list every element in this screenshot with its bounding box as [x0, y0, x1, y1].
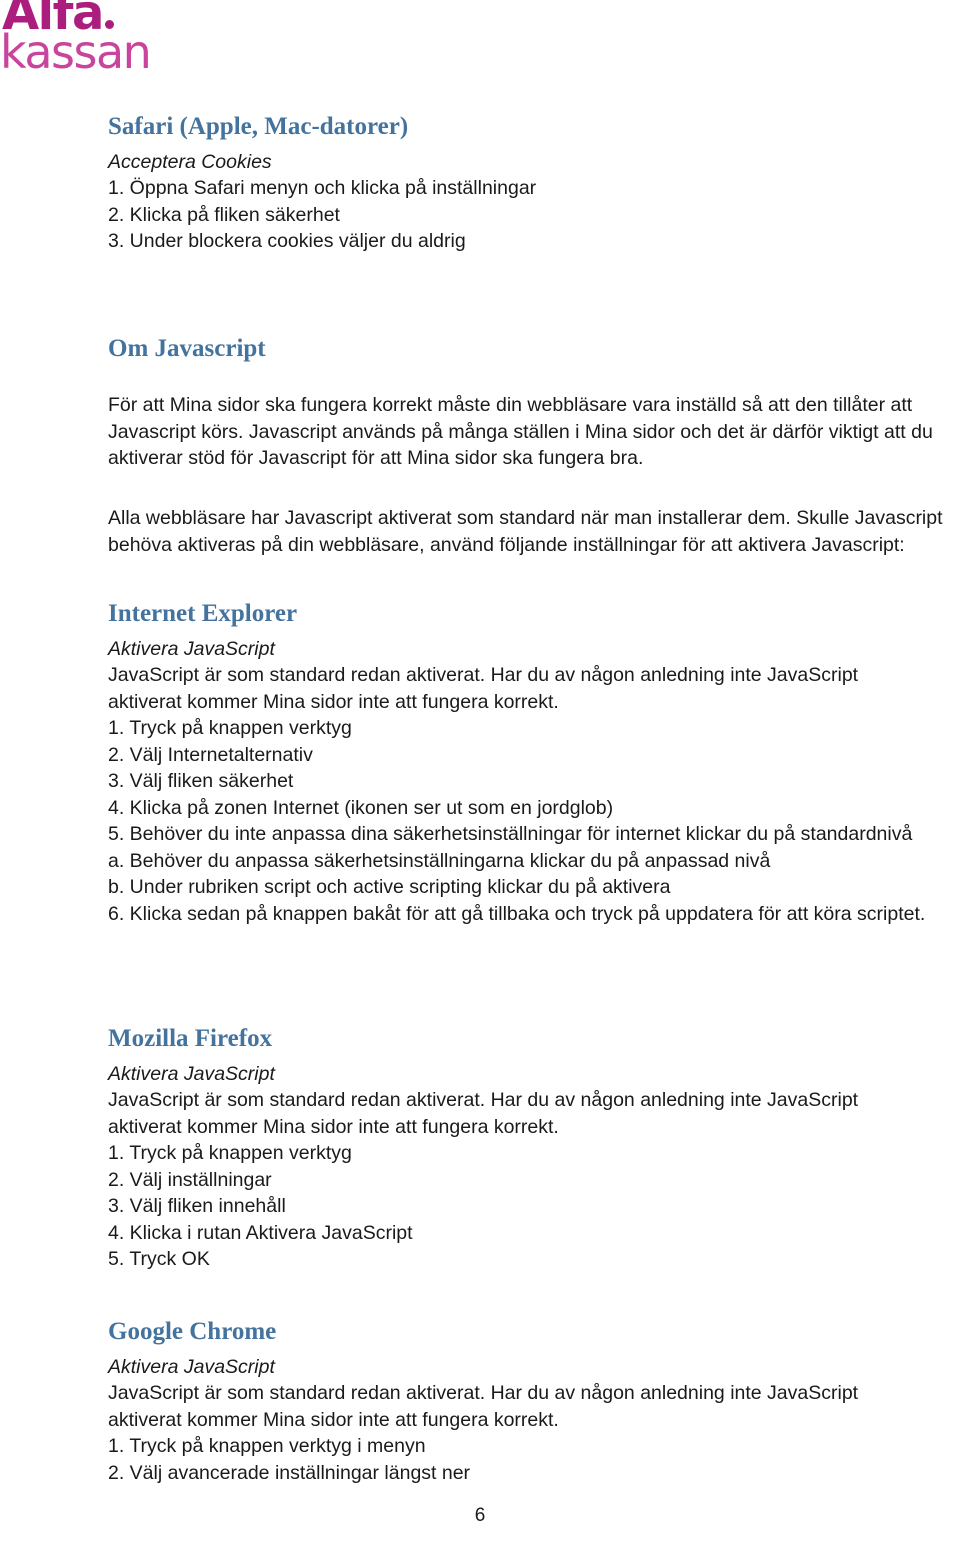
- section-mozilla-firefox: Mozilla Firefox Aktivera JavaScript Java…: [108, 1025, 960, 1273]
- internet-explorer-step-1: 1. Tryck på knappen verktyg: [108, 717, 352, 740]
- internet-explorer-step-6: 6. Klicka sedan på knappen bakåt för att…: [108, 902, 926, 925]
- safari-step-2: 2. Klicka på fliken säkerhet: [108, 203, 340, 226]
- om-javascript-paragraph-2-wrap: Alla webbläsare har Javascript aktiverat…: [108, 505, 960, 558]
- mozilla-firefox-paragraph: JavaScript är som standard redan aktiver…: [108, 1089, 859, 1138]
- mozilla-firefox-step-5: 5. Tryck OK: [108, 1248, 210, 1271]
- internet-explorer-subheading: Aktivera JavaScript: [108, 637, 275, 660]
- logo-text-kassan: kassan: [0, 25, 152, 80]
- internet-explorer-heading: Internet Explorer: [108, 600, 298, 627]
- section-safari: Safari (Apple, Mac-datorer) Acceptera Co…: [108, 113, 960, 255]
- section-om-javascript: Om Javascript: [108, 335, 960, 364]
- safari-step-1: 1. Öppna Safari menyn och klicka på inst…: [108, 177, 537, 200]
- google-chrome-step-1: 1. Tryck på knappen verktyg i menyn: [108, 1435, 426, 1458]
- alfakassan-logo: Alfa kassan: [0, 0, 200, 86]
- section-google-chrome: Google Chrome Aktivera JavaScript JavaSc…: [108, 1318, 960, 1486]
- internet-explorer-step-3: 3. Välj fliken säkerhet: [108, 770, 294, 793]
- safari-subheading: Acceptera Cookies: [108, 150, 272, 173]
- mozilla-firefox-step-1: 1. Tryck på knappen verktyg: [108, 1142, 352, 1165]
- safari-step-3: 3. Under blockera cookies väljer du aldr…: [108, 230, 466, 253]
- mozilla-firefox-step-4: 4. Klicka i rutan Aktivera JavaScript: [108, 1221, 413, 1244]
- internet-explorer-step-b: b. Under rubriken script och active scri…: [108, 876, 671, 899]
- google-chrome-subheading: Aktivera JavaScript: [108, 1355, 275, 1378]
- mozilla-firefox-heading: Mozilla Firefox: [108, 1025, 273, 1052]
- safari-heading: Safari (Apple, Mac-datorer): [108, 113, 409, 140]
- page-number: 6: [474, 1505, 486, 1526]
- mozilla-firefox-step-2: 2. Välj inställningar: [108, 1168, 272, 1191]
- internet-explorer-step-4: 4. Klicka på zonen Internet (ikonen ser …: [108, 796, 614, 819]
- mozilla-firefox-subheading: Aktivera JavaScript: [108, 1062, 275, 1085]
- internet-explorer-step-a: a. Behöver du anpassa säkerhetsinställni…: [108, 849, 771, 872]
- internet-explorer-step-5: 5. Behöver du inte anpassa dina säkerhet…: [108, 823, 913, 846]
- internet-explorer-step-2: 2. Välj Internetalternativ: [108, 743, 313, 766]
- google-chrome-step-2: 2. Välj avancerade inställningar längst …: [108, 1461, 471, 1484]
- om-javascript-paragraph-2: Alla webbläsare har Javascript aktiverat…: [108, 507, 943, 556]
- internet-explorer-paragraph: JavaScript är som standard redan aktiver…: [108, 664, 859, 713]
- om-javascript-paragraph-1: För att Mina sidor ska fungera korrekt m…: [108, 394, 933, 470]
- mozilla-firefox-step-3: 3. Välj fliken innehåll: [108, 1195, 286, 1218]
- om-javascript-heading: Om Javascript: [108, 335, 266, 362]
- google-chrome-heading: Google Chrome: [108, 1318, 277, 1345]
- google-chrome-paragraph: JavaScript är som standard redan aktiver…: [108, 1382, 859, 1431]
- section-internet-explorer: Internet Explorer Aktivera JavaScript Ja…: [108, 600, 960, 927]
- om-javascript-paragraph-1-wrap: För att Mina sidor ska fungera korrekt m…: [108, 392, 960, 472]
